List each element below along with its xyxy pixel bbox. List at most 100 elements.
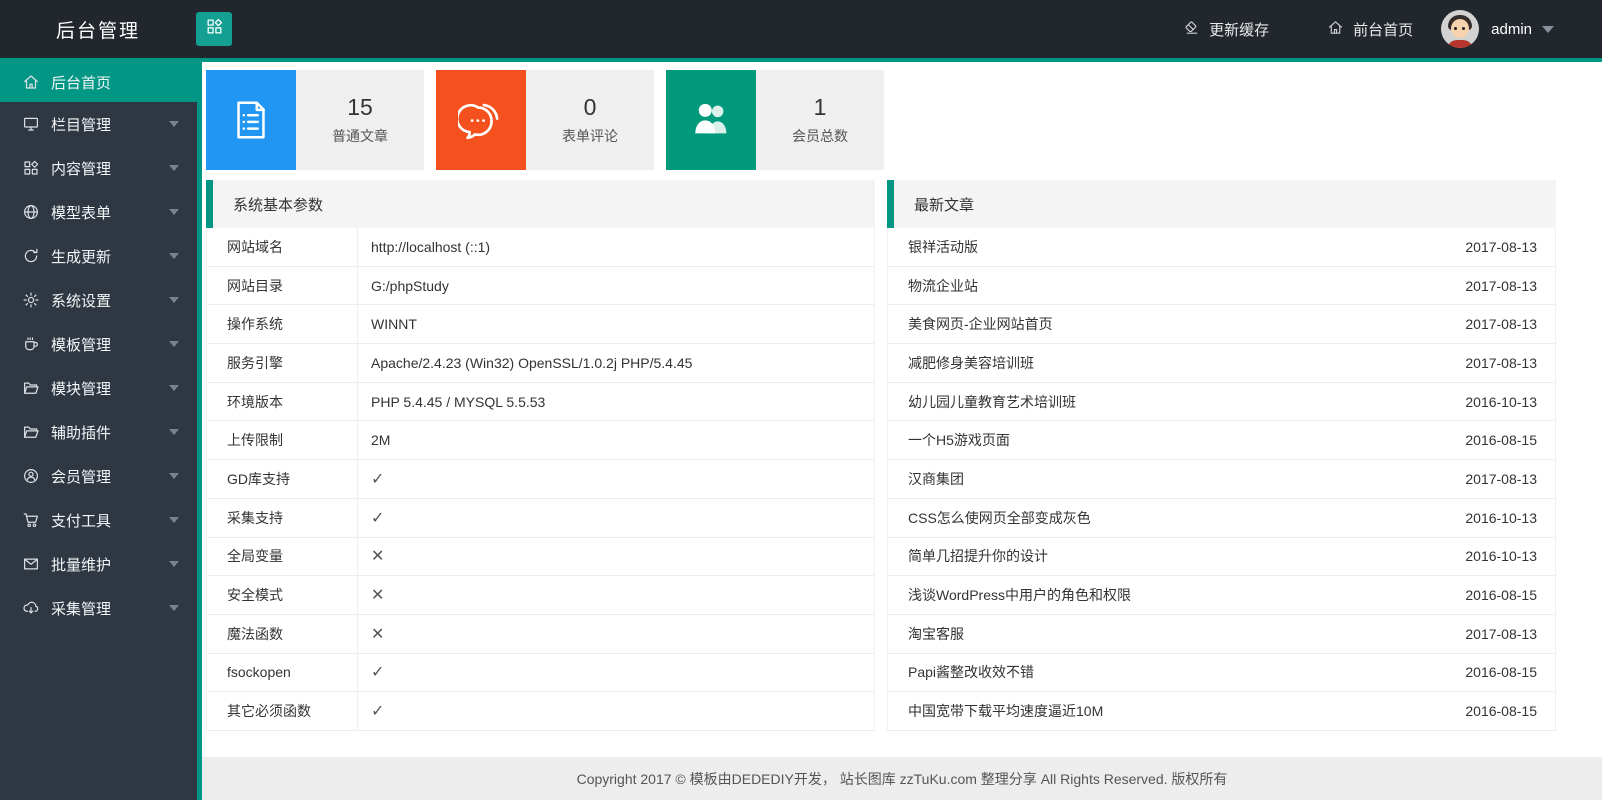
system-param-row: 环境版本PHP 5.4.45 / MYSQL 5.5.53 xyxy=(207,383,874,422)
param-label: 操作系统 xyxy=(207,305,358,343)
system-params-title: 系统基本参数 xyxy=(206,180,875,228)
article-title-link[interactable]: 物流企业站 xyxy=(908,276,1465,296)
header-action-update-cache[interactable]: 更新缓存 xyxy=(1183,19,1269,40)
article-title-link[interactable]: 浅谈WordPress中用户的角色和权限 xyxy=(908,585,1465,605)
user-name: admin xyxy=(1491,21,1532,38)
sidebar-item-collect[interactable]: 采集管理 xyxy=(0,586,197,630)
sidebar-item-plugins[interactable]: 辅助插件 xyxy=(0,410,197,454)
chevron-down-icon xyxy=(169,253,179,259)
param-label: 上传限制 xyxy=(207,421,358,459)
chevron-down-icon xyxy=(169,121,179,127)
cloud-download-icon xyxy=(22,599,40,617)
cart-icon xyxy=(22,511,40,529)
modules-grid-icon xyxy=(22,159,40,177)
sidebar-item-settings[interactable]: 系统设置 xyxy=(0,278,197,322)
sidebar-item-label: 栏目管理 xyxy=(51,114,169,135)
article-row: 汉商集团2017-08-13 xyxy=(888,460,1555,499)
sidebar-item-batch[interactable]: 批量维护 xyxy=(0,542,197,586)
sidebar-item-dashboard[interactable]: 后台首页 xyxy=(0,62,197,102)
article-title-link[interactable]: 美食网页-企业网站首页 xyxy=(908,314,1465,334)
chevron-down-icon xyxy=(169,297,179,303)
param-value: ✓ xyxy=(358,499,384,537)
param-label: 服务引擎 xyxy=(207,344,358,382)
article-row: 淘宝客服2017-08-13 xyxy=(888,615,1555,654)
chevron-down-icon xyxy=(169,165,179,171)
article-row: 一个H5游戏页面2016-08-15 xyxy=(888,421,1555,460)
sidebar-item-label: 后台首页 xyxy=(51,72,179,93)
eraser-icon xyxy=(1183,19,1200,40)
stat-card-articles[interactable]: 15普通文章 xyxy=(206,70,424,170)
sidebar-item-columns[interactable]: 栏目管理 xyxy=(0,102,197,146)
system-params-table: 网站域名http://localhost (::1)网站目录G:/phpStud… xyxy=(206,228,875,731)
users-icon xyxy=(666,70,756,170)
article-title-link[interactable]: 中国宽带下载平均速度逼近10M xyxy=(908,701,1465,721)
sidebar-item-label: 采集管理 xyxy=(51,598,169,619)
header-action-front-home[interactable]: 前台首页 xyxy=(1327,19,1413,40)
article-title-link[interactable]: 幼儿园儿童教育艺术培训班 xyxy=(908,392,1465,412)
system-param-row: 上传限制2M xyxy=(207,421,874,460)
article-date: 2016-10-13 xyxy=(1465,394,1537,410)
stat-card-comments[interactable]: 0表单评论 xyxy=(436,70,654,170)
sidebar-item-content[interactable]: 内容管理 xyxy=(0,146,197,190)
user-circle-icon xyxy=(22,467,40,485)
gear-icon xyxy=(22,291,40,309)
param-value: PHP 5.4.45 / MYSQL 5.5.53 xyxy=(358,383,545,421)
article-row: 银祥活动版2017-08-13 xyxy=(888,228,1555,267)
article-title-link[interactable]: 汉商集团 xyxy=(908,469,1465,489)
sidebar-menu: 后台首页栏目管理内容管理模型表单生成更新系统设置模板管理模块管理辅助插件会员管理… xyxy=(0,62,202,800)
article-date: 2016-08-15 xyxy=(1465,432,1537,448)
top-header: 后台管理 更新缓存前台首页admin xyxy=(0,0,1602,58)
chevron-down-icon xyxy=(169,209,179,215)
avatar xyxy=(1441,10,1479,48)
article-title-link[interactable]: CSS怎么使网页全部变成灰色 xyxy=(908,508,1465,528)
latest-articles-title: 最新文章 xyxy=(887,180,1556,228)
main-content: 15普通文章0表单评论1会员总数 系统基本参数 网站域名http://local… xyxy=(202,62,1602,800)
sidebar-item-members[interactable]: 会员管理 xyxy=(0,454,197,498)
modules-grid-icon xyxy=(205,17,224,41)
stat-label: 会员总数 xyxy=(792,126,848,146)
refresh-icon xyxy=(22,247,40,265)
home-icon xyxy=(1327,19,1344,40)
param-label: GD库支持 xyxy=(207,460,358,498)
sidebar-item-label: 模型表单 xyxy=(51,202,169,223)
envelope-icon xyxy=(22,555,40,573)
article-date: 2017-08-13 xyxy=(1465,355,1537,371)
sidebar-item-label: 系统设置 xyxy=(51,290,169,311)
param-value: ✕ xyxy=(358,615,384,653)
user-menu[interactable]: admin xyxy=(1441,10,1554,48)
header-action-label: 更新缓存 xyxy=(1209,19,1269,40)
system-param-row: 服务引擎Apache/2.4.23 (Win32) OpenSSL/1.0.2j… xyxy=(207,344,874,383)
article-row: CSS怎么使网页全部变成灰色2016-10-13 xyxy=(888,499,1555,538)
article-title-link[interactable]: 淘宝客服 xyxy=(908,624,1465,644)
param-label: 魔法函数 xyxy=(207,615,358,653)
chevron-down-icon xyxy=(169,341,179,347)
sidebar-item-templates[interactable]: 模板管理 xyxy=(0,322,197,366)
globe-icon xyxy=(22,203,40,221)
chevron-down-icon xyxy=(169,561,179,567)
sidebar-item-modules[interactable]: 模块管理 xyxy=(0,366,197,410)
param-label: fsockopen xyxy=(207,654,358,692)
article-title-link[interactable]: 减肥修身美容培训班 xyxy=(908,353,1465,373)
article-title-link[interactable]: 简单几招提升你的设计 xyxy=(908,546,1465,566)
param-label: 安全模式 xyxy=(207,576,358,614)
system-param-row: 操作系统WINNT xyxy=(207,305,874,344)
article-title-link[interactable]: 一个H5游戏页面 xyxy=(908,430,1465,450)
system-param-row: 网站目录G:/phpStudy xyxy=(207,267,874,306)
stat-card-members[interactable]: 1会员总数 xyxy=(666,70,884,170)
sidebar-item-model-forms[interactable]: 模型表单 xyxy=(0,190,197,234)
param-label: 网站域名 xyxy=(207,228,358,266)
system-param-row: 全局变量✕ xyxy=(207,538,874,577)
chevron-down-icon xyxy=(169,473,179,479)
article-title-link[interactable]: Papi酱整改收效不错 xyxy=(908,662,1465,682)
article-date: 2017-08-13 xyxy=(1465,239,1537,255)
menu-toggle-button[interactable] xyxy=(196,12,232,46)
system-param-row: 安全模式✕ xyxy=(207,576,874,615)
sidebar-item-label: 辅助插件 xyxy=(51,422,169,443)
article-row: 浅谈WordPress中用户的角色和权限2016-08-15 xyxy=(888,576,1555,615)
sidebar-item-payment[interactable]: 支付工具 xyxy=(0,498,197,542)
system-params-panel: 系统基本参数 网站域名http://localhost (::1)网站目录G:/… xyxy=(206,180,875,731)
header-action-label: 前台首页 xyxy=(1353,19,1413,40)
chevron-down-icon xyxy=(169,385,179,391)
sidebar-item-generate[interactable]: 生成更新 xyxy=(0,234,197,278)
article-title-link[interactable]: 银祥活动版 xyxy=(908,237,1465,257)
